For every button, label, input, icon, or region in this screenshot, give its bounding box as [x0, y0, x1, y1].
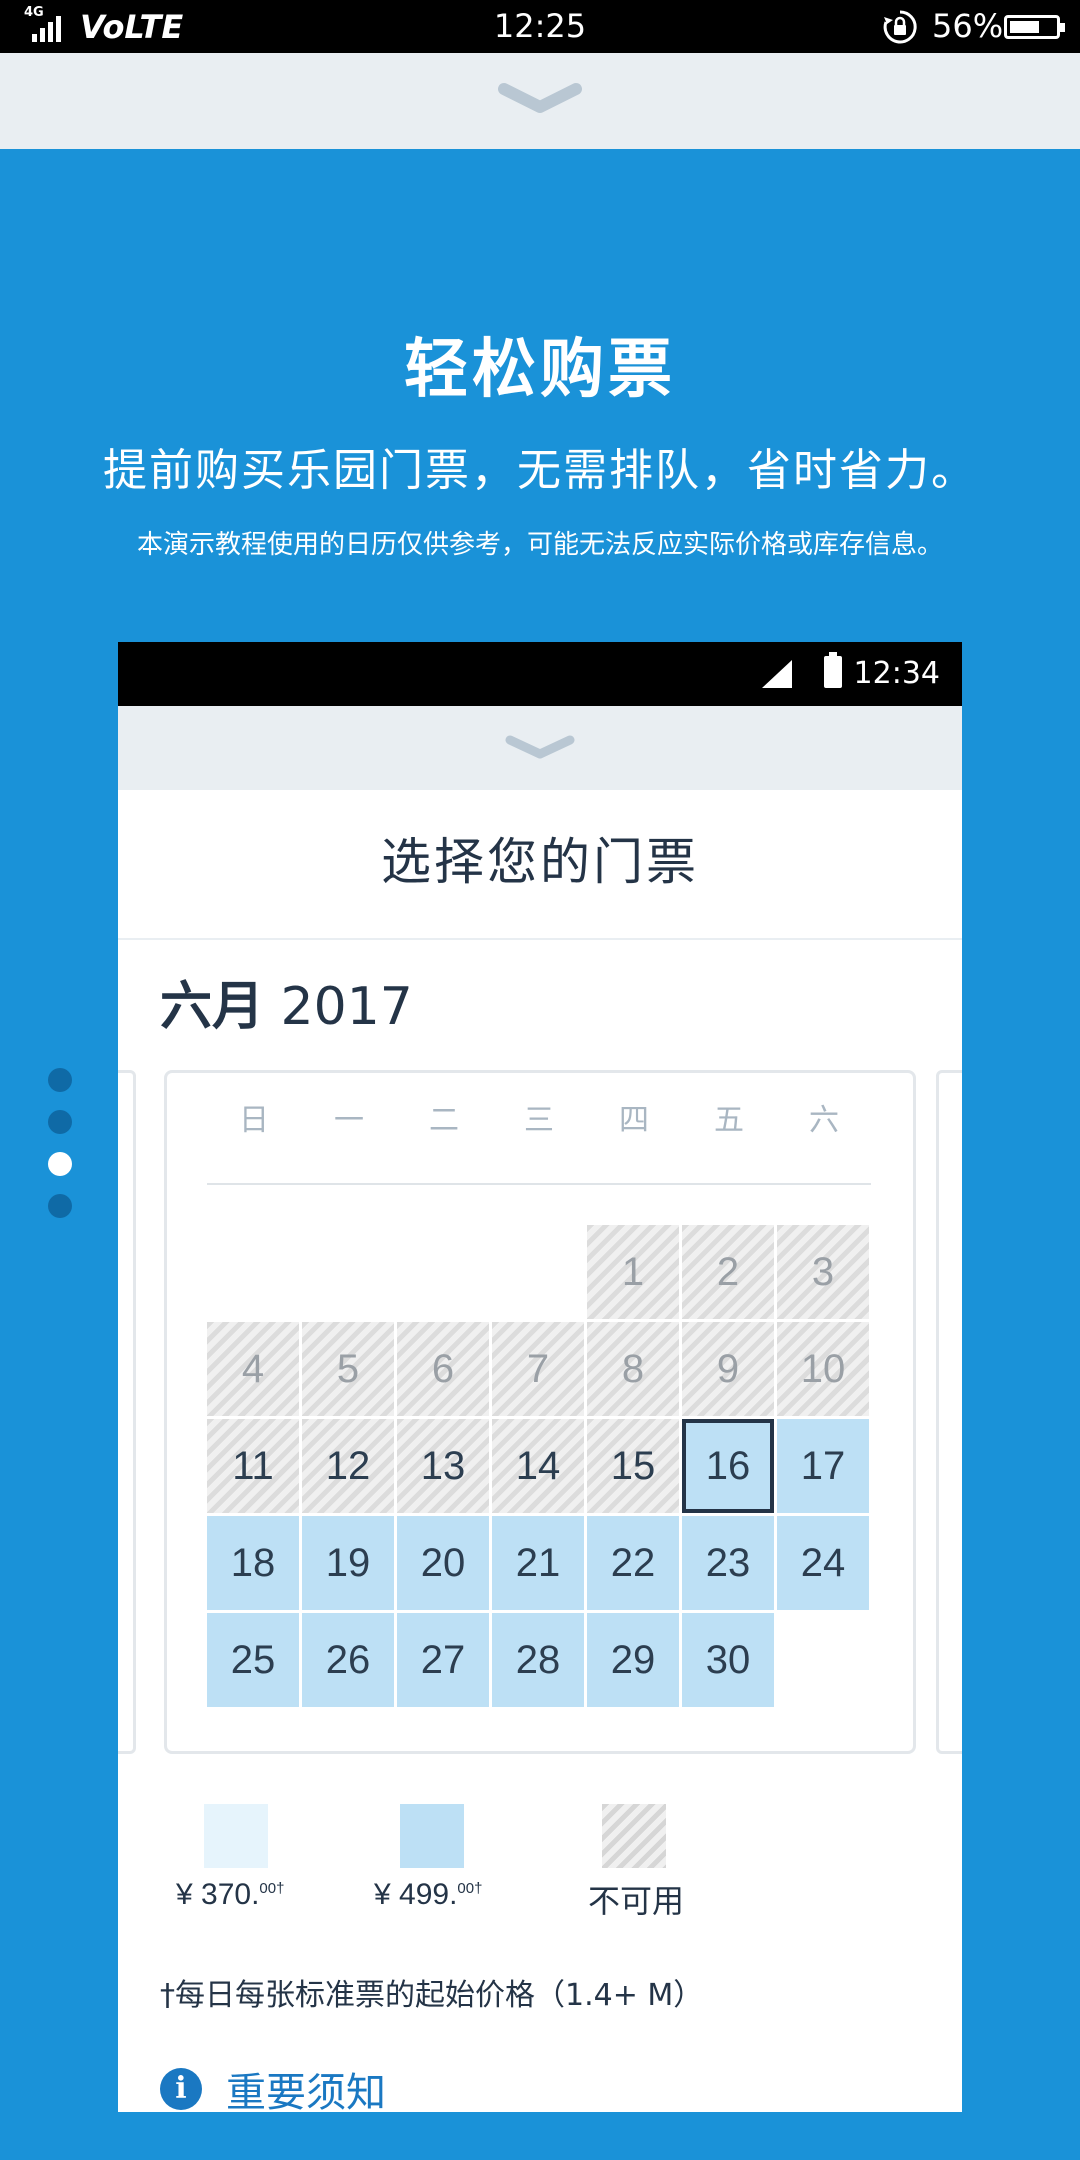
battery-icon	[1004, 15, 1065, 39]
phone-status-bar: 12:34	[118, 642, 962, 706]
calendar-day[interactable]: 22	[587, 1516, 679, 1610]
price-footnote: †每日每张标准票的起始价格（1.4+ M）	[160, 1978, 704, 2013]
calendar-day[interactable]: 29	[587, 1613, 679, 1707]
calendar-day: 8	[587, 1322, 679, 1416]
calendar-day: 11	[207, 1419, 299, 1513]
calendar-day[interactable]: 26	[302, 1613, 394, 1707]
hero-subtitle: 提前购买乐园门票，无需排队，省时省力。	[103, 445, 977, 496]
weekday-label: 日	[239, 1103, 269, 1138]
next-month-card[interactable]	[936, 1070, 962, 1754]
year: 2017	[280, 977, 413, 1037]
hero-title: 轻松购票	[404, 333, 676, 407]
phone-mockup: 12:34 选择您的门票 六月 2017 日一二三四五六 1 2 3 4 5 6 7 8 9 10…	[118, 642, 962, 2112]
legend-price-low: ¥ 370.00†	[176, 1878, 285, 1911]
divider	[207, 1183, 871, 1185]
calendar-day-selected[interactable]: 16	[682, 1419, 774, 1513]
rotation-lock-icon	[883, 10, 917, 44]
legend-swatch-unavailable	[602, 1804, 666, 1868]
weekday-label: 二	[429, 1103, 459, 1138]
calendar-day: 10	[777, 1322, 869, 1416]
page-dot[interactable]	[48, 1110, 72, 1134]
previous-month-card[interactable]	[118, 1070, 136, 1754]
phone-pull-down-handle[interactable]	[118, 706, 962, 790]
important-notice-label: 重要须知	[226, 2070, 386, 2112]
hero-note: 本演示教程使用的日历仅供参考，可能无法反应实际价格或库存信息。	[136, 530, 943, 560]
legend-swatch-high	[400, 1804, 464, 1868]
calendar-day: 6	[397, 1322, 489, 1416]
ticket-page-title: 选择您的门票	[381, 833, 699, 891]
weekday-label: 一	[334, 1103, 364, 1138]
calendar-grid: 1 2 3 4 5 6 7 8 9 10 11 12 13 14 15 16 17 18 19 20 21 22 23 24 2…	[207, 1225, 871, 1715]
calendar-day[interactable]: 23	[682, 1516, 774, 1610]
calendar-day: 3	[777, 1225, 869, 1319]
calendar-day: 5	[302, 1322, 394, 1416]
calendar-month-heading: 六月 2017	[160, 964, 413, 1039]
calendar-day: 7	[492, 1322, 584, 1416]
calendar-day: 15	[587, 1419, 679, 1513]
calendar-day[interactable]: 17	[777, 1419, 869, 1513]
weekday-label: 四	[619, 1103, 649, 1138]
calendar-day: 1	[587, 1225, 679, 1319]
page-indicator	[48, 1068, 72, 1236]
weekday-header: 日一二三四五六	[207, 1095, 871, 1145]
chevron-down-icon	[498, 83, 582, 113]
battery-icon	[824, 652, 842, 688]
calendar-day[interactable]: 25	[207, 1613, 299, 1707]
page-dot-active[interactable]	[48, 1152, 72, 1176]
legend-swatch-low	[204, 1804, 268, 1868]
calendar-card: 日一二三四五六 1 2 3 4 5 6 7 8 9 10 11 12 13 14 15 16 17 18 19 20 2…	[164, 1070, 916, 1754]
calendar-day: 2	[682, 1225, 774, 1319]
info-icon: i	[160, 2068, 202, 2110]
calendar-day: 4	[207, 1322, 299, 1416]
calendar-day: 9	[682, 1322, 774, 1416]
calendar-day[interactable]: 19	[302, 1516, 394, 1610]
weekday-label: 六	[809, 1103, 839, 1138]
legend-unavailable-label: 不可用	[588, 1882, 685, 1920]
calendar-day: 12	[302, 1419, 394, 1513]
signal-icon	[762, 660, 792, 688]
calendar-day[interactable]: 24	[777, 1516, 869, 1610]
page-dot[interactable]	[48, 1194, 72, 1218]
calendar-day[interactable]: 27	[397, 1613, 489, 1707]
weekday-label: 五	[714, 1103, 744, 1138]
legend-price-high: ¥ 499.00†	[374, 1878, 483, 1911]
calendar-day[interactable]: 20	[397, 1516, 489, 1610]
divider	[118, 938, 962, 940]
weekday-label: 三	[524, 1103, 554, 1138]
calendar-day[interactable]: 28	[492, 1613, 584, 1707]
phone-status-time: 12:34	[853, 656, 940, 691]
calendar-day: 14	[492, 1419, 584, 1513]
calendar-day[interactable]: 18	[207, 1516, 299, 1610]
pull-down-handle[interactable]	[0, 53, 1080, 149]
month-name: 六月	[160, 977, 265, 1037]
calendar-day[interactable]: 30	[682, 1613, 774, 1707]
status-bar: 4G VoLTE 12:25 56%	[0, 0, 1080, 53]
calendar-day: 13	[397, 1419, 489, 1513]
calendar-day[interactable]: 21	[492, 1516, 584, 1610]
chevron-down-icon	[505, 735, 575, 759]
status-time: 12:25	[493, 7, 587, 45]
battery-percent: 56%	[932, 7, 1004, 45]
page-dot[interactable]	[48, 1068, 72, 1092]
